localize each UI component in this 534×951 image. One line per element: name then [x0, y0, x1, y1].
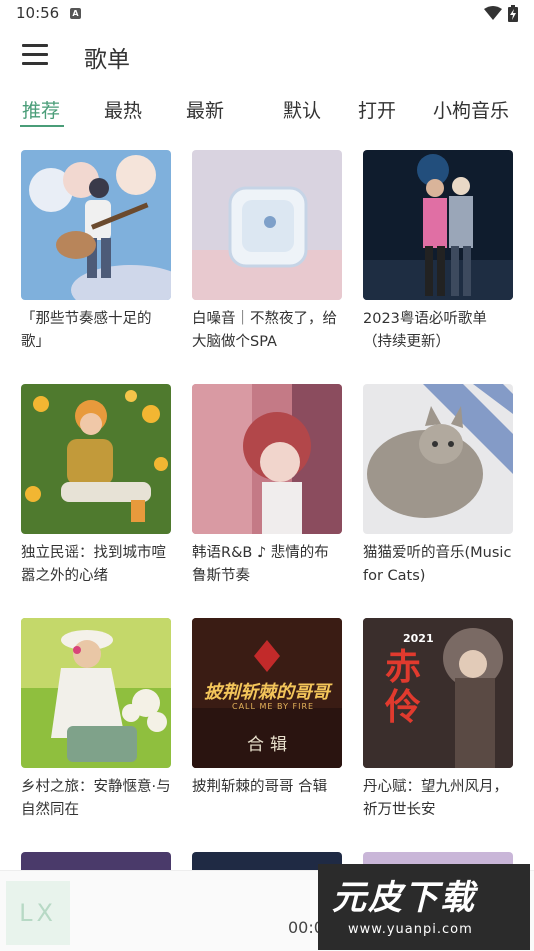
app-bar: 歌单 — [0, 28, 534, 86]
playlist-title: 丹心赋：望九州风月，祈万世长安 — [363, 779, 508, 818]
cover-title-text: 披荆斩棘的哥哥 — [204, 682, 330, 703]
menu-icon[interactable] — [22, 44, 48, 66]
tab-bar: 推荐 最热 最新 默认 打开 小枸音乐 — [0, 88, 534, 132]
playlist-card[interactable]: 2021 赤伶 丹心赋：望九州风月，祈万世长安 — [363, 618, 513, 822]
playlist-card[interactable]: 2023粤语必听歌单（持续更新） — [363, 150, 513, 354]
playlist-cover — [363, 150, 513, 300]
playlist-title: 猫猫爱听的音乐(Music for Cats) — [363, 545, 512, 584]
playlist-cover: 披荆斩棘的哥哥 CALL ME BY FIRE 合辑 — [192, 618, 342, 768]
playlist-title: 白噪音｜不熬夜了，给大脑做个SPA — [192, 311, 337, 350]
watermark-text: 元皮下载 — [332, 878, 476, 918]
playlist-title: 披荆斩棘的哥哥 合辑 — [192, 779, 328, 795]
cover-title-text: 赤伶 — [385, 647, 422, 728]
playlist-cover — [363, 384, 513, 534]
cover-subtitle-text: CALL ME BY FIRE — [232, 702, 315, 711]
playlist-cover — [21, 384, 171, 534]
tab-indicator — [20, 125, 64, 127]
playlist-cover — [192, 150, 342, 300]
status-time: 10:56 — [16, 4, 60, 22]
playlist-card[interactable]: 韩语R&B ♪ 悲情的布鲁斯节奏 — [192, 384, 342, 588]
playlist-title: 2023粤语必听歌单（持续更新） — [363, 311, 487, 350]
watermark-url: www.yuanpi.com — [348, 922, 473, 937]
notification-icon: A — [70, 8, 81, 19]
playlist-card[interactable]: 乡村之旅：安静惬意·与自然同在 — [21, 618, 171, 822]
tab-default[interactable]: 默认 — [283, 96, 321, 123]
playlist-cover — [21, 150, 171, 300]
cover-album-text: 合辑 — [247, 735, 293, 755]
playlist-title: 独立民谣：找到城市喧嚣之外的心绪 — [21, 545, 166, 584]
status-bar: 10:56 A — [0, 0, 534, 28]
playlist-card[interactable]: 猫猫爱听的音乐(Music for Cats) — [363, 384, 513, 588]
playlist-card[interactable]: 白噪音｜不熬夜了，给大脑做个SPA — [192, 150, 342, 354]
playlist-card[interactable]: 「那些节奏感十足的歌」 — [21, 150, 171, 354]
playlist-cover: 2021 赤伶 — [363, 618, 513, 768]
battery-icon — [508, 5, 518, 22]
page-title: 歌单 — [84, 47, 130, 73]
wifi-icon — [484, 6, 502, 20]
tab-newest[interactable]: 最新 — [186, 96, 224, 123]
playlist-cover — [21, 618, 171, 768]
playlist-card[interactable]: 独立民谣：找到城市喧嚣之外的心绪 — [21, 384, 171, 588]
watermark-logo: 元皮下载 www.yuanpi.com — [318, 864, 530, 950]
cover-year-text: 2021 — [403, 632, 434, 645]
playlist-cover — [192, 384, 342, 534]
tab-recommended[interactable]: 推荐 — [22, 96, 60, 123]
playlist-title: 乡村之旅：安静惬意·与自然同在 — [21, 779, 171, 818]
playlist-title: 韩语R&B ♪ 悲情的布鲁斯节奏 — [192, 545, 329, 584]
tab-hottest[interactable]: 最热 — [104, 96, 142, 123]
playlist-title: 「那些节奏感十足的歌」 — [21, 311, 152, 350]
tab-open[interactable]: 打开 — [358, 96, 396, 123]
playlist-card[interactable]: 披荆斩棘的哥哥 CALL ME BY FIRE 合辑 披荆斩棘的哥哥 合辑 — [192, 618, 342, 799]
tab-source[interactable]: 小枸音乐 — [433, 96, 509, 123]
player-album-art[interactable]: LX — [6, 881, 70, 945]
